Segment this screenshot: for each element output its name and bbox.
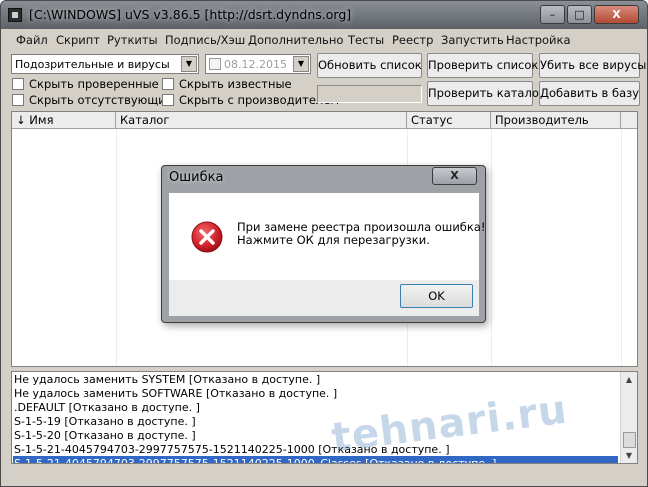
dialog-title: Ошибка	[169, 170, 224, 185]
dialog-message-line2: Нажмите ОК для перезагрузки.	[237, 233, 430, 247]
date-picker[interactable]: 08.12.2015 ▼	[205, 54, 311, 74]
hide-with-vendor-checkbox[interactable]: Скрыть с производителем	[162, 93, 339, 107]
refresh-list-button[interactable]: Обновить список	[317, 53, 422, 78]
error-dialog: Ошибка X При замене реестра произошла ош…	[161, 165, 486, 323]
maximize-button[interactable]: □	[567, 5, 592, 24]
hide-known-checkbox[interactable]: Скрыть известные	[162, 77, 292, 91]
app-icon	[8, 8, 22, 22]
checkbox-label: Скрыть известные	[179, 77, 292, 91]
menu-run[interactable]: Запустить	[441, 33, 504, 47]
minimize-button[interactable]: –	[540, 5, 565, 24]
checkbox-box[interactable]	[12, 94, 24, 106]
checkbox-label: Скрыть отсутствующие	[29, 93, 173, 107]
column-divider	[491, 129, 492, 366]
title-bar[interactable]: [C:\WINDOWS] uVS v3.86.5 [http://dsrt.dy…	[1, 1, 647, 29]
menu-signature-hash[interactable]: Подпись/Хэш	[165, 33, 245, 47]
checkbox-box[interactable]	[12, 78, 24, 90]
dialog-footer: OK	[169, 280, 479, 316]
chevron-down-icon[interactable]: ▼	[181, 56, 197, 72]
date-enable-checkbox[interactable]	[209, 58, 221, 70]
add-to-database-button[interactable]: Добавить в базу	[539, 81, 640, 106]
error-icon	[191, 221, 223, 253]
log-line[interactable]: S-1-5-21-4045794703-2997757575-152114022…	[13, 442, 618, 457]
menu-script[interactable]: Скрипт	[56, 33, 100, 47]
scroll-up-icon[interactable]: ▲	[621, 372, 637, 387]
menu-settings[interactable]: Настройка	[506, 33, 571, 47]
check-list-button[interactable]: Проверить список	[427, 53, 538, 78]
checkbox-box[interactable]	[162, 78, 174, 90]
column-name[interactable]: ↓ Имя	[12, 112, 116, 129]
scroll-down-icon[interactable]: ▼	[621, 448, 637, 463]
column-status[interactable]: Статус	[407, 112, 491, 129]
menu-bar: Файл Скрипт Руткиты Подпись/Хэш Дополнит…	[1, 30, 647, 50]
scroll-thumb[interactable]	[623, 432, 636, 448]
chevron-down-icon[interactable]: ▼	[293, 56, 309, 72]
menu-registry[interactable]: Реестр	[392, 33, 433, 47]
filter-select[interactable]: Подозрительные и вирусы ▼	[11, 54, 199, 74]
dialog-body: При замене реестра произошла ошибка! Наж…	[169, 193, 486, 280]
log-line[interactable]: Не удалось заменить SYSTEM [Отказано в д…	[13, 372, 618, 387]
check-folder-button[interactable]: Проверить каталог	[427, 81, 545, 106]
menu-additional[interactable]: Дополнительно	[248, 33, 343, 47]
ok-button[interactable]: OK	[400, 284, 473, 308]
hide-missing-checkbox[interactable]: Скрыть отсутствующие	[12, 93, 173, 107]
checkbox-box[interactable]	[162, 94, 174, 106]
list-header: ↓ Имя Каталог Статус Производитель	[12, 112, 637, 129]
status-strip	[1, 467, 647, 486]
log-scrollbar[interactable]: ▲ ▼	[620, 372, 637, 463]
hide-checked-checkbox[interactable]: Скрыть проверенные	[12, 77, 159, 91]
window-title: [C:\WINDOWS] uVS v3.86.5 [http://dsrt.dy…	[29, 7, 352, 22]
log-line-selected[interactable]: S-1-5-21-4045794703-2997757575-152114022…	[13, 456, 618, 463]
dialog-message: При замене реестра произошла ошибка! Наж…	[237, 221, 486, 247]
column-vendor[interactable]: Производитель	[491, 112, 621, 129]
menu-tests[interactable]: Тесты	[348, 33, 384, 47]
checkbox-label: Скрыть проверенные	[29, 77, 159, 91]
menu-file[interactable]: Файл	[16, 33, 48, 47]
menu-rootkits[interactable]: Руткиты	[107, 33, 158, 47]
main-window: [C:\WINDOWS] uVS v3.86.5 [http://dsrt.dy…	[0, 0, 648, 487]
column-divider	[621, 129, 622, 366]
close-button[interactable]: X	[594, 5, 639, 24]
checkbox-label: Скрыть с производителем	[179, 93, 340, 107]
dialog-close-button[interactable]: X	[432, 167, 477, 185]
column-divider	[116, 129, 117, 366]
column-folder[interactable]: Каталог	[116, 112, 407, 129]
date-value: 08.12.2015	[224, 58, 287, 71]
kill-all-viruses-button[interactable]: Убить все вирусы	[539, 53, 646, 78]
status-field	[317, 85, 422, 103]
filter-select-value: Подозрительные и вирусы	[15, 58, 170, 71]
